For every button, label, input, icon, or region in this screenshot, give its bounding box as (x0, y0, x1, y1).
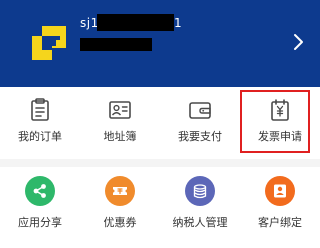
coupon-icon (105, 176, 135, 206)
menu-label-address-book: 地址簿 (103, 130, 137, 143)
redacted-phone-block (80, 38, 152, 51)
address-card-icon (109, 101, 131, 119)
menu-label-my-orders: 我的订单 (18, 130, 62, 143)
menu-item-invoice-request[interactable]: 发票申请 (240, 87, 320, 159)
order-list-icon (31, 98, 49, 121)
user-name: sj1 (80, 16, 99, 30)
redacted-name-block (97, 14, 174, 31)
menu-label-invoice-request: 发票申请 (258, 130, 302, 143)
profile-header[interactable]: sj1 1 (0, 0, 320, 87)
menu-item-payment[interactable]: 我要支付 (160, 87, 240, 159)
section-divider (0, 159, 320, 167)
menu-label-customer-binding: 客户绑定 (258, 216, 302, 229)
service-menu-row-1: 我的订单 地址簿 我要支付 发票申请 (0, 87, 320, 160)
service-menu-row-2: 应用分享 优惠券 纳税人管理 客户绑定 (0, 167, 320, 248)
chevron-right-icon[interactable] (291, 30, 307, 54)
coins-icon (185, 176, 215, 206)
menu-label-taxpayer-management: 纳税人管理 (172, 216, 228, 229)
logo-avatar-icon (32, 26, 66, 60)
menu-item-address-book[interactable]: 地址簿 (80, 87, 160, 159)
menu-item-coupons[interactable]: 优惠券 (80, 167, 160, 248)
menu-label-coupons: 优惠券 (103, 216, 137, 229)
menu-label-payment: 我要支付 (178, 130, 222, 143)
customer-icon (265, 176, 295, 206)
menu-item-app-share[interactable]: 应用分享 (0, 167, 80, 248)
menu-item-my-orders[interactable]: 我的订单 (0, 87, 80, 159)
invoice-icon (271, 99, 289, 121)
user-name-suffix: 1 (174, 16, 182, 30)
menu-item-taxpayer-management[interactable]: 纳税人管理 (160, 167, 240, 248)
share-icon (25, 176, 55, 206)
menu-item-customer-binding[interactable]: 客户绑定 (240, 167, 320, 248)
menu-label-app-share: 应用分享 (18, 216, 62, 229)
wallet-icon (189, 102, 211, 119)
